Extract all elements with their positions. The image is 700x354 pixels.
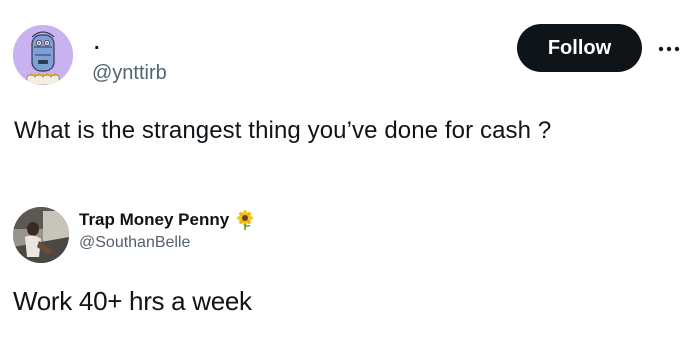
reply-author-name-row: Trap Money Penny — [79, 209, 255, 231]
author-handle[interactable]: @ynttirb — [92, 61, 167, 85]
reply-author-display-name[interactable]: Trap Money Penny — [79, 209, 229, 231]
follow-button[interactable]: Follow — [517, 24, 642, 72]
tweet-author-avatar[interactable] — [13, 25, 73, 85]
robot-avatar-icon — [13, 25, 73, 85]
photo-avatar-icon — [13, 207, 69, 263]
reply-author-avatar[interactable] — [13, 207, 69, 263]
more-horizontal-icon — [658, 46, 680, 52]
more-options-button[interactable] — [654, 34, 684, 64]
tweet-text: What is the strangest thing you’ve done … — [14, 117, 552, 144]
sunflower-icon — [237, 210, 254, 230]
reply-text: Work 40+ hrs a week — [13, 286, 252, 316]
author-display-name[interactable]: . — [94, 33, 100, 53]
reply-author-handle[interactable]: @SouthanBelle — [79, 233, 190, 253]
